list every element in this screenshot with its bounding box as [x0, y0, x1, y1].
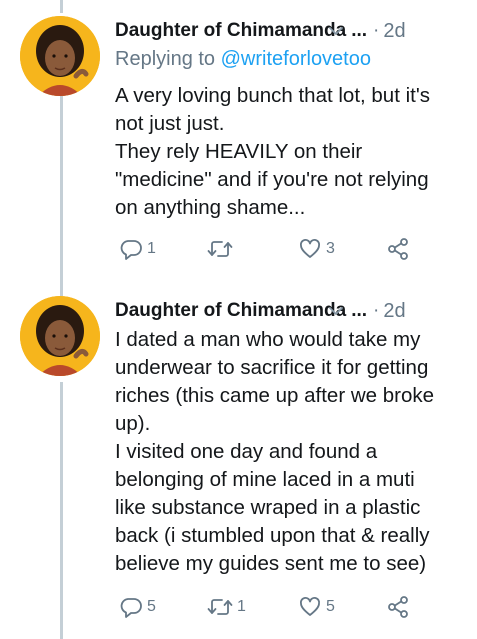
tweet-header: Daughter of Chimamanda ... · 2d [115, 296, 465, 326]
like-button[interactable]: 3 [298, 237, 335, 261]
separator-dot: · [373, 20, 380, 41]
reply-icon [120, 240, 142, 260]
retweet-icon [207, 241, 233, 257]
tweet-text-line: back (i stumbled upon that & really [115, 524, 430, 547]
tweet-text-line: I dated a man who would take my [115, 328, 421, 351]
tweet-text: A very loving bunch that lot, but it's n… [115, 82, 475, 222]
tweet[interactable]: Daughter of Chimamanda ... · 2d I dated … [0, 296, 477, 639]
retweet-button[interactable] [207, 237, 237, 261]
like-icon [300, 597, 320, 616]
thread-line [60, 0, 63, 13]
tweet-text-line: up). [115, 412, 151, 435]
tweet-actions: 1 3 [115, 237, 465, 267]
replying-to-label: Replying to [115, 48, 221, 70]
author-name[interactable]: Daughter of Chimamanda [115, 300, 346, 322]
reply-count: 5 [147, 598, 156, 615]
like-count: 3 [326, 240, 335, 257]
replying-to: Replying to @writeforlovetoo [115, 48, 371, 71]
name-ellipsis: ... [351, 20, 368, 41]
tweet-text-line: like substance wraped in a plastic [115, 496, 421, 519]
like-button[interactable]: 5 [298, 595, 335, 619]
like-count: 5 [326, 598, 335, 615]
tweet[interactable]: Daughter of Chimamanda ... · 2d Replying… [0, 16, 477, 276]
tweet-text-line: not just just. [115, 112, 225, 135]
retweet-count: 1 [237, 598, 246, 615]
avatar[interactable] [20, 16, 100, 96]
timestamp[interactable]: 2d [383, 300, 405, 323]
tweet-text: I dated a man who would take my underwea… [115, 326, 475, 578]
avatar[interactable] [20, 296, 100, 376]
name-ellipsis: ... [351, 300, 368, 321]
tweet-text-line: "medicine" and if you're not relying [115, 168, 429, 191]
reply-button[interactable]: 1 [119, 237, 156, 261]
reply-count: 1 [147, 240, 156, 257]
share-icon [388, 596, 408, 618]
share-icon [388, 238, 408, 260]
separator-dot: · [373, 300, 380, 321]
tweet-text-line: underwear to sacrifice it for getting [115, 356, 429, 379]
tweet-text-line: They rely HEAVILY on their [115, 140, 363, 163]
reply-handle-link[interactable]: @writeforlovetoo [221, 48, 371, 70]
tweet-text-line: riches (this came up after we broke [115, 384, 435, 407]
tweet-text-line: believe my guides sent me to see) [115, 552, 427, 575]
tweet-text-line: belonging of mine laced in a muti [115, 468, 415, 491]
chevron-down-icon[interactable] [327, 302, 345, 320]
timestamp[interactable]: 2d [383, 20, 405, 43]
tweet-text-line: on anything shame... [115, 196, 306, 219]
like-icon [300, 239, 320, 258]
chevron-down-icon[interactable] [327, 22, 345, 40]
reply-button[interactable]: 5 [119, 595, 156, 619]
tweet-text-line: I visited one day and found a [115, 440, 378, 463]
share-button[interactable] [386, 237, 410, 261]
tweet-text-line: A very loving bunch that lot, but it's [115, 84, 431, 107]
tweet-header: Daughter of Chimamanda ... · 2d [115, 16, 465, 46]
tweet-actions: 5 1 5 [115, 595, 465, 625]
share-button[interactable] [386, 595, 410, 619]
retweet-icon [207, 599, 233, 615]
reply-icon [120, 598, 142, 618]
author-name[interactable]: Daughter of Chimamanda [115, 20, 346, 42]
retweet-button[interactable]: 1 [207, 595, 246, 619]
